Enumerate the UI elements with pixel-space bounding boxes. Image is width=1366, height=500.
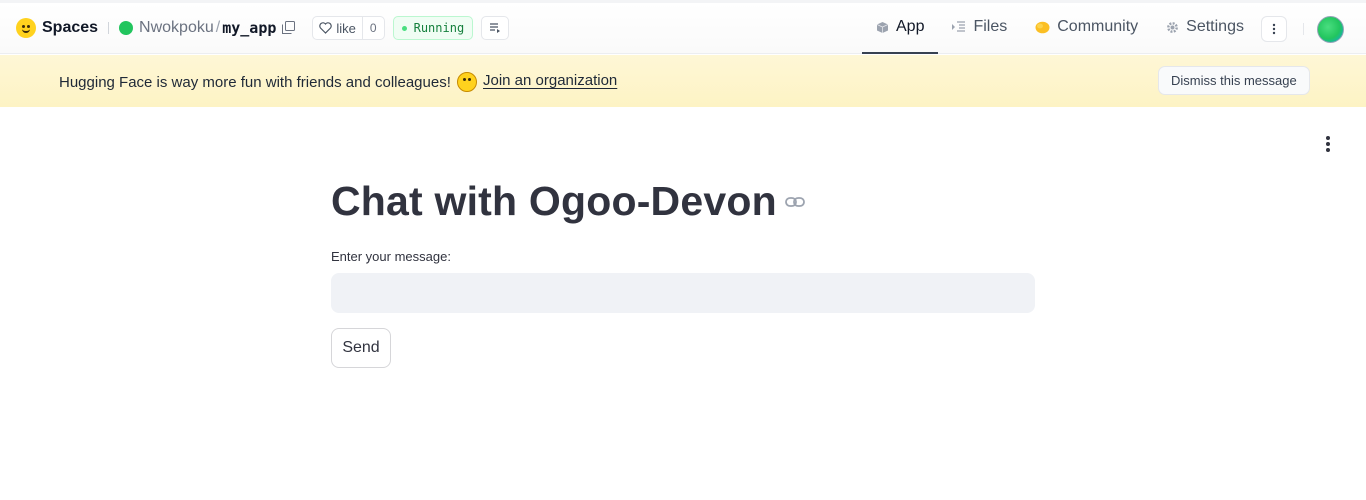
header-divider-right	[1303, 23, 1304, 35]
path-separator: /	[215, 19, 221, 36]
hugging-face-logo-icon[interactable]	[16, 18, 36, 38]
like-label: like	[336, 20, 356, 36]
space-avatar-icon	[119, 21, 134, 35]
join-organization-link[interactable]: Join an organization	[483, 72, 617, 89]
tab-community[interactable]: Community	[1021, 0, 1152, 54]
files-icon	[952, 21, 966, 33]
status-badge[interactable]: Running	[392, 16, 474, 40]
space-tabs: App Files Community Settings	[862, 0, 1258, 54]
dismiss-button[interactable]: Dismiss this message	[1158, 66, 1310, 95]
owner-link[interactable]: Nwokpoku	[139, 19, 214, 37]
tab-label: Community	[1057, 18, 1139, 35]
banner-message: Hugging Face is way more fun with friend…	[59, 73, 451, 91]
like-toggle[interactable]: like	[313, 17, 363, 39]
top-header: Spaces Nwokpoku / my_app like 0 Running	[0, 0, 1366, 54]
user-avatar[interactable]	[1317, 16, 1344, 43]
more-options-button[interactable]	[1261, 16, 1287, 42]
logs-icon	[490, 23, 501, 33]
org-banner: Hugging Face is way more fun with friend…	[0, 55, 1366, 107]
status-dot-icon	[401, 25, 407, 31]
hugging-face-emoji-icon	[456, 72, 477, 92]
gear-icon	[1166, 21, 1179, 34]
status-text: Running	[413, 21, 465, 35]
header-left: Spaces Nwokpoku / my_app like 0 Running	[16, 14, 510, 42]
like-button[interactable]: like 0	[312, 16, 385, 40]
app-menu-kebab-icon[interactable]	[1319, 134, 1337, 154]
page-title-text: Chat with Ogoo-Devon	[331, 178, 777, 224]
heart-icon	[319, 22, 333, 34]
tab-label: Files	[973, 18, 1008, 35]
tab-label: App	[896, 18, 925, 35]
vertical-dots-icon	[1272, 23, 1276, 35]
cube-icon	[876, 21, 889, 34]
repo-name-link[interactable]: my_app	[222, 19, 276, 37]
send-button[interactable]: Send	[331, 328, 391, 368]
like-count[interactable]: 0	[363, 21, 384, 35]
page-title: Chat with Ogoo-Devon	[331, 178, 805, 225]
message-input[interactable]	[331, 273, 1035, 313]
message-input-label: Enter your message:	[331, 249, 451, 264]
community-icon	[1035, 21, 1050, 34]
header-divider	[108, 22, 110, 34]
logs-button[interactable]	[481, 16, 510, 40]
tab-label: Settings	[1186, 18, 1244, 35]
link-icon[interactable]	[784, 196, 805, 208]
banner-message-row: Hugging Face is way more fun with friend…	[59, 72, 477, 92]
tab-files[interactable]: Files	[938, 0, 1021, 54]
tab-settings[interactable]: Settings	[1152, 0, 1258, 54]
spaces-brand-link[interactable]: Spaces	[42, 19, 98, 37]
tab-app[interactable]: App	[862, 0, 939, 54]
copy-icon[interactable]	[282, 21, 296, 35]
